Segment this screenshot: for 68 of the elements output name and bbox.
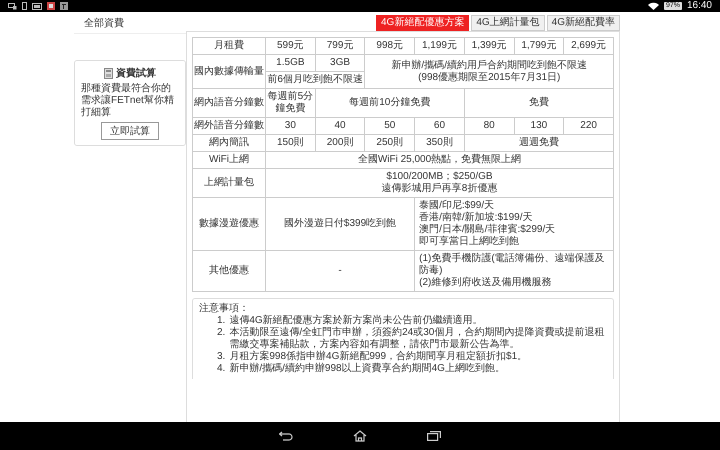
row-header: 上網計量包 xyxy=(192,168,266,198)
home-icon[interactable] xyxy=(353,430,367,442)
table-cell: 220 xyxy=(564,118,614,134)
row-header: WiFi上網 xyxy=(192,152,266,168)
table-cell: $100/200MB；$250/GB 遠傳影城用戶再享8折優惠 xyxy=(266,168,614,198)
row-header: 數據漫遊優惠 xyxy=(192,198,266,250)
table-cell: 泰國/印尼:$99/天 香港/南韓/新加坡:$199/天 澳門/日本/關島/菲律賓:$299/天 即可享當日上網吃到飽 xyxy=(414,198,614,250)
app-icon xyxy=(47,2,55,10)
row-header: 網內簡訊 xyxy=(192,134,266,152)
calculate-button[interactable]: 立即試算 xyxy=(101,122,159,140)
row-header: 網內語音分鐘數 xyxy=(192,88,266,118)
table-cell: 80 xyxy=(464,118,514,134)
recent-apps-icon[interactable] xyxy=(427,431,441,441)
table-cell: 前6個月吃到飽不限速 xyxy=(266,72,365,88)
table-cell: 國外漫遊日付$399吃到飽 xyxy=(266,198,415,250)
table-cell: 200則 xyxy=(315,134,365,152)
calculator-text: 那種資費最符合你的需求讓FETnet幫你精打細算 xyxy=(81,83,175,119)
wifi-icon xyxy=(648,2,659,10)
plan-tab[interactable]: 4G上網計量包 xyxy=(471,15,545,31)
card-icon xyxy=(32,2,42,10)
plan-tab[interactable]: 4G新絕配費率 xyxy=(546,15,620,31)
notes-title: 注意事項： xyxy=(199,303,250,314)
note-number: 3. xyxy=(217,351,226,363)
table-cell: 新申辦/攜碼/續約用戶合約期間吃到飽不限速 (998優惠期限至2015年7月31日) xyxy=(364,54,614,88)
table-cell: 1,199元 xyxy=(414,38,464,54)
note-text: 遠傳4G新絕配優惠方案於新方案尚未公告前仍繼續適用。 xyxy=(229,315,483,326)
note-text: 本活動限至遠傳/全虹門市申辦，須簽約24或30個月，合約期間內提降資費或提前退租需繳交專案補貼款，方案內容如有調整，請依門市最新公告為準。 xyxy=(229,327,606,350)
table-cell: 599元 xyxy=(266,38,316,54)
table-cell: 1,399元 xyxy=(464,38,514,54)
sidebar-heading[interactable]: 全部資費 xyxy=(74,15,186,34)
note-text: 月租方案998係指申辦4G新絕配999，合約期間享月租定額折扣$1。 xyxy=(229,351,528,362)
row-header: 網外語音分鐘數 xyxy=(192,118,266,134)
news-icon xyxy=(60,2,68,10)
table-cell: 50 xyxy=(364,118,415,134)
table-cell: 998元 xyxy=(364,38,415,54)
clock-time: 16:40 xyxy=(686,0,712,12)
row-header: 國內數據傳輸量 xyxy=(192,54,266,88)
table-cell: 全國WiFi 25,000熱點，免費無限上網 xyxy=(266,152,614,168)
table-cell: 每週前5分鐘免費 xyxy=(266,88,316,118)
row-header: 其他優惠 xyxy=(192,250,266,292)
note-text: 新申辦/攜碼/續約申辦998以上資費享合約期間4G上網吃到飽。 xyxy=(229,363,505,375)
note-number: 2. xyxy=(217,327,226,340)
table-cell: 130 xyxy=(514,118,564,134)
table-cell: 350則 xyxy=(414,134,464,152)
table-cell: 150則 xyxy=(266,134,316,152)
table-cell: 3GB xyxy=(315,54,365,72)
table-cell: - xyxy=(266,250,415,292)
table-cell: 免費 xyxy=(464,88,614,118)
row-header: 月租費 xyxy=(192,38,266,54)
table-cell: 1.5GB xyxy=(266,54,316,72)
table-cell: 週週免費 xyxy=(464,134,614,152)
table-cell: 2,699元 xyxy=(564,38,614,54)
table-cell: 60 xyxy=(414,118,464,134)
table-cell: 1,799元 xyxy=(514,38,564,54)
note-number: 1. xyxy=(217,315,226,327)
calculator-title: 資費試算 xyxy=(116,66,156,80)
table-cell: 30 xyxy=(266,118,316,134)
screen-icon xyxy=(8,2,17,10)
table-cell: 40 xyxy=(315,118,365,134)
table-cell: 250則 xyxy=(364,134,415,152)
plan-tab[interactable]: 4G新絕配優惠方案 xyxy=(376,15,470,31)
back-icon[interactable] xyxy=(279,431,293,441)
calculator-icon xyxy=(104,68,113,78)
phone-icon xyxy=(22,2,27,10)
table-cell: (1)免費手機防護(電話簿備份、遠端保護及防毒) (2)維修到府收送及備用機服務 xyxy=(414,250,614,292)
table-cell: 每週前10分鐘免費 xyxy=(315,88,464,118)
note-number: 4. xyxy=(217,363,226,375)
table-cell: 799元 xyxy=(315,38,365,54)
